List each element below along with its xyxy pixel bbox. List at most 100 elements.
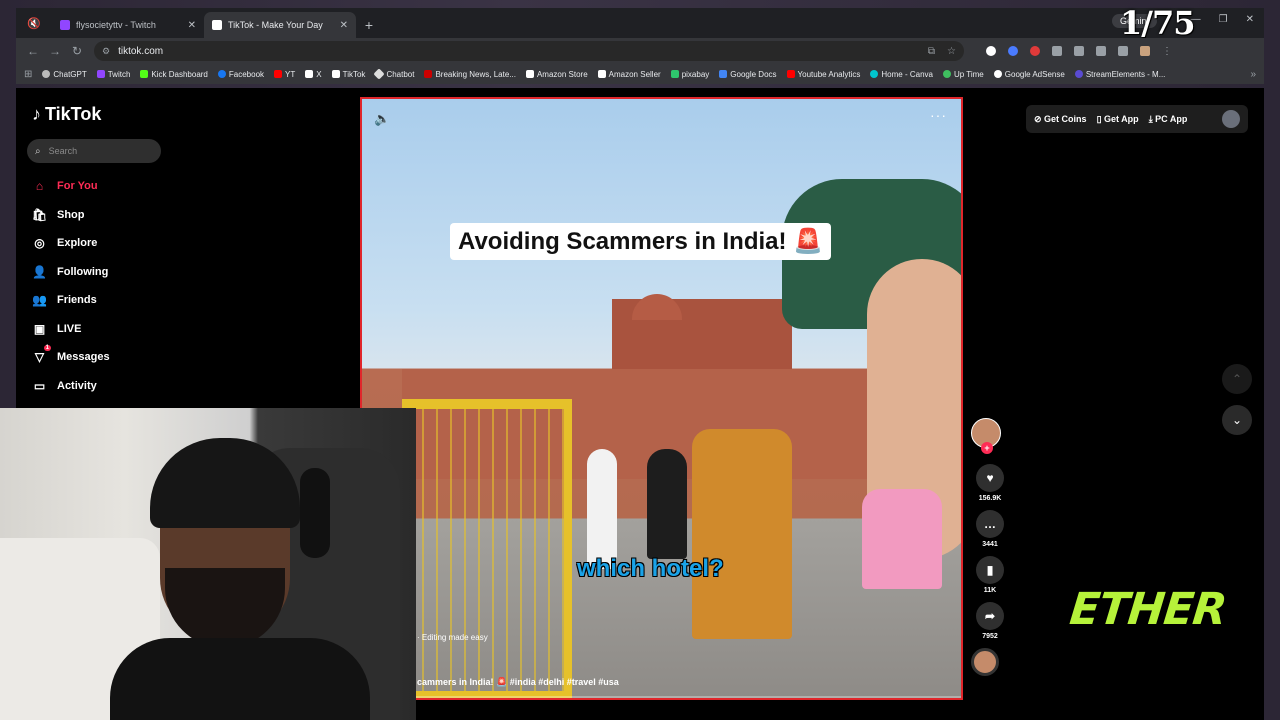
bookmark-star-icon[interactable]: ☆	[947, 46, 956, 57]
get-coins-button[interactable]: ⊘ Get Coins	[1034, 114, 1087, 125]
shop-icon: 🛍	[32, 208, 48, 222]
sidebar-item-shop[interactable]: 🛍 Shop	[32, 208, 85, 222]
account-avatar[interactable]	[1222, 110, 1240, 128]
search-input[interactable]: ⌕ Search	[27, 139, 161, 163]
close-window-icon[interactable]: ✕	[1246, 14, 1254, 25]
extension-icon[interactable]	[986, 46, 996, 56]
tab-title: TikTok - Make Your Day	[228, 20, 323, 30]
site-info-icon[interactable]: ⚙	[102, 46, 110, 57]
stream-counter-overlay: 1/75	[1120, 4, 1195, 42]
close-icon[interactable]: ✕	[188, 20, 196, 31]
bookmark-item[interactable]: X	[305, 70, 322, 79]
bookmark-label: StreamElements - M...	[1085, 69, 1166, 79]
close-icon[interactable]: ✕	[340, 20, 348, 31]
sidebar-item-label: Activity	[57, 380, 97, 392]
restore-icon[interactable]: ❐	[1219, 14, 1228, 25]
sidebar-item-label: Shop	[57, 209, 85, 221]
tab-twitch[interactable]: flysocietyttv - Twitch ✕	[52, 12, 204, 38]
video-progress-bar[interactable]	[362, 696, 961, 698]
bookmark-item[interactable]: Google Docs	[719, 70, 777, 79]
share-action[interactable]: ➦ 7952	[971, 602, 1009, 640]
bookmark-item[interactable]: Facebook	[217, 70, 264, 79]
music-disc-icon[interactable]	[971, 648, 999, 676]
next-video-button[interactable]: ⌄	[1222, 405, 1252, 435]
sidebar-item-friends[interactable]: 👥 Friends	[32, 293, 97, 307]
comment-icon[interactable]: …	[976, 510, 1004, 538]
forward-icon[interactable]: →	[44, 44, 66, 58]
get-app-button[interactable]: ▯ Get App	[1097, 114, 1139, 125]
sidebar-item-following[interactable]: 👤 Following	[32, 265, 108, 279]
chatgpt-icon	[42, 70, 51, 78]
install-app-icon[interactable]: ⧉	[928, 46, 935, 57]
back-icon[interactable]: ←	[22, 44, 44, 58]
follow-plus-icon[interactable]: +	[981, 442, 993, 454]
sidebar-item-label: For You	[57, 180, 98, 192]
sidebar-item-activity[interactable]: ▭ Activity	[32, 379, 97, 393]
like-action[interactable]: ♥ 156.9K	[971, 464, 1009, 502]
google-docs-icon	[719, 70, 728, 78]
pc-app-button[interactable]: ⤓ PC App	[1149, 114, 1188, 125]
puzzle-icon[interactable]	[1052, 46, 1062, 56]
editing-tag[interactable]: · Editing made easy	[417, 633, 488, 642]
media-icon[interactable]	[1118, 46, 1128, 56]
friends-icon: 👥	[32, 293, 47, 307]
muted-audio-icon[interactable]: 🔇	[16, 8, 52, 38]
sidebar-item-label: Friends	[57, 294, 97, 306]
apps-grid-icon[interactable]: ⊞	[24, 69, 32, 80]
bookmark-item[interactable]: Amazon Seller	[597, 69, 661, 79]
bookmark-item[interactable]: ChatGPT	[42, 70, 87, 79]
save-action[interactable]: ▮ 11K	[971, 556, 1009, 594]
address-bar[interactable]: ⚙ tiktok.com ⧉ ☆	[94, 41, 964, 61]
adblock-icon[interactable]	[1030, 46, 1040, 56]
previous-video-button[interactable]: ⌃	[1222, 364, 1252, 394]
bookmark-label: Home - Canva	[881, 69, 933, 79]
bookmark-item[interactable]: Google AdSense	[993, 70, 1065, 79]
new-tab-button[interactable]: +	[356, 12, 382, 38]
sidebar-item-messages[interactable]: ▽ 1 Messages	[32, 345, 110, 364]
comment-action[interactable]: … 3441	[971, 510, 1009, 548]
bookmark-label: Amazon Seller	[608, 69, 661, 79]
message-count-badge: 1	[43, 345, 51, 351]
news-icon	[424, 70, 433, 78]
more-bookmarks-icon[interactable]: »	[1250, 69, 1256, 80]
omnibox-actions: ⧉ ☆	[928, 46, 956, 57]
video-player[interactable]: Avoiding Scammers in India! 🚨 which hote…	[360, 97, 963, 700]
volume-icon[interactable]: 🔈	[374, 111, 390, 127]
like-count: 156.9K	[978, 495, 1002, 502]
bookmark-item[interactable]: Twitch	[96, 70, 130, 79]
bookmark-item[interactable]: Breaking News, Late...	[424, 70, 516, 79]
creator-avatar[interactable]: +	[971, 418, 1001, 454]
yellow-barrier	[402, 399, 572, 698]
bookmark-item[interactable]: TikTok	[331, 70, 365, 79]
chevron-up-icon: ⌃	[1231, 372, 1243, 386]
sidebar-item-live[interactable]: ▣ LIVE	[32, 322, 82, 336]
bookmark-item[interactable]: Up Time	[942, 69, 984, 79]
activity-icon: ▭	[33, 379, 46, 393]
reload-icon[interactable]: ↻	[66, 44, 88, 58]
tiktok-logo[interactable]: ♪ TikTok	[32, 104, 101, 125]
url-text: tiktok.com	[118, 45, 164, 57]
heart-icon[interactable]: ♥	[976, 464, 1004, 492]
profile-avatar[interactable]	[1140, 46, 1150, 56]
bookmark-item[interactable]: StreamElements - M...	[1074, 69, 1166, 79]
bookmark-item[interactable]: Youtube Analytics	[786, 70, 860, 79]
bookmark-item[interactable]: Kick Dashboard	[140, 70, 208, 79]
bookmark-item[interactable]: Amazon Store	[525, 70, 588, 79]
share-icon[interactable]: ➦	[976, 602, 1004, 630]
sidebar-item-explore[interactable]: ◎ Explore	[32, 236, 97, 250]
bookmark-label: Up Time	[953, 69, 984, 79]
download-icon[interactable]	[1096, 46, 1106, 56]
bookmark-item[interactable]: Chatbot	[373, 68, 414, 80]
extension-icon[interactable]	[1008, 46, 1018, 56]
bookmark-icon[interactable]: ▮	[976, 556, 1004, 584]
sidebar-item-for-you[interactable]: ⌂ For You	[32, 179, 98, 193]
bookmark-item[interactable]: YT	[274, 70, 295, 79]
bookmark-item[interactable]: Home - Canva	[870, 70, 933, 79]
person-figure	[647, 449, 687, 559]
bookmark-item[interactable]: pixabay	[670, 70, 709, 79]
amazon-icon	[525, 70, 534, 78]
menu-icon[interactable]: ⋮	[1162, 46, 1172, 57]
more-options-icon[interactable]: ···	[930, 107, 947, 123]
sidepanel-icon[interactable]	[1074, 46, 1084, 56]
tab-tiktok[interactable]: TikTok - Make Your Day ✕	[204, 12, 356, 38]
